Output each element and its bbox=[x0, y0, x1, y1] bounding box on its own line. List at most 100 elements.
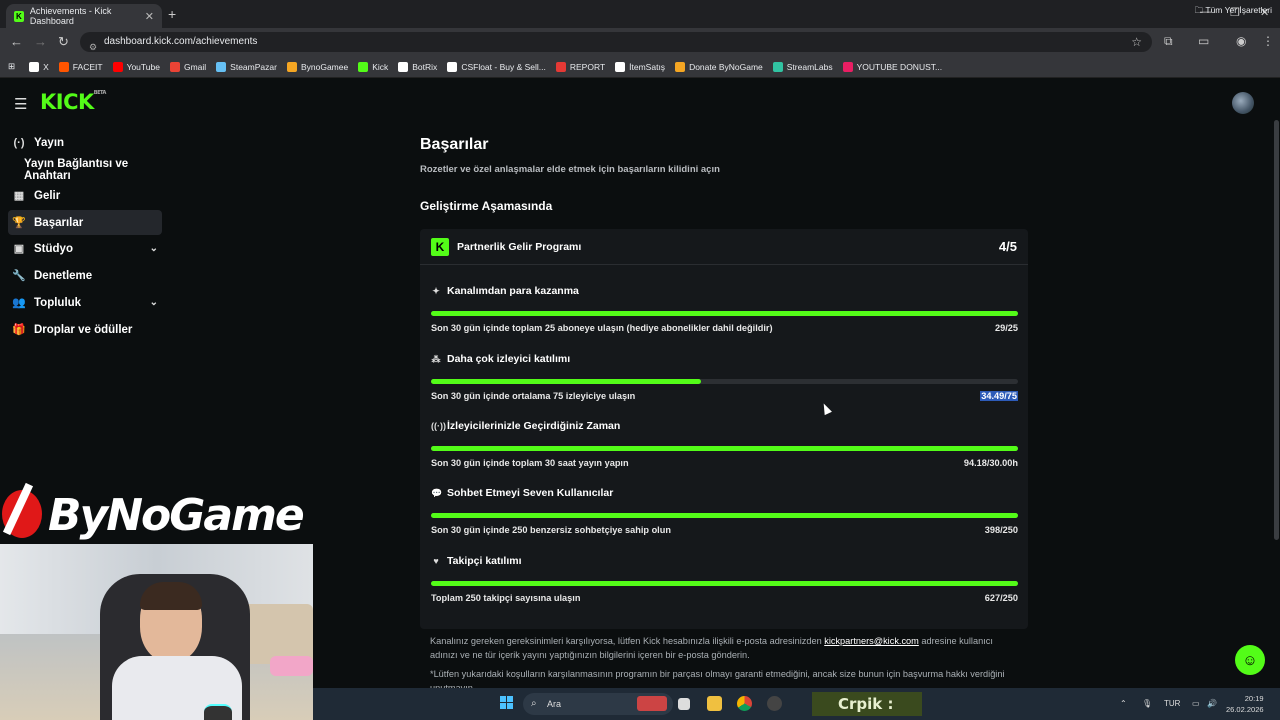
site-info-icon[interactable]: ⚙ bbox=[89, 37, 97, 57]
taskbar-widget-icon[interactable] bbox=[637, 696, 667, 711]
sidebar-item-2[interactable]: Yayın Bağlantısı ve Anahtarı bbox=[8, 157, 162, 182]
bookmark-favicon-icon bbox=[286, 61, 297, 72]
chevron-down-icon[interactable]: ⌄ bbox=[150, 297, 158, 308]
back-icon[interactable]: ← bbox=[10, 34, 23, 49]
card-header[interactable]: K Partnerlik Gelir Programı 4/5 bbox=[420, 229, 1028, 265]
bookmark-item[interactable]: BotRix bbox=[398, 61, 437, 72]
help-chat-button[interactable]: ☺ bbox=[1235, 645, 1265, 675]
url-input[interactable]: ⚙ dashboard.kick.com/achievements ☆ bbox=[80, 32, 1152, 52]
bookmark-item[interactable]: Gmail bbox=[169, 61, 206, 72]
progress-fill bbox=[431, 311, 1018, 316]
requirement-value: 29/25 bbox=[995, 323, 1018, 333]
bookmark-favicon-icon bbox=[615, 61, 626, 72]
requirement-description: Son 30 gün içinde 250 benzersiz sohbetçi… bbox=[431, 525, 671, 535]
bookmark-item[interactable]: İtemSatış bbox=[615, 61, 665, 72]
hamburger-menu-icon[interactable]: ☰ bbox=[14, 95, 27, 113]
bookmark-item[interactable]: YOUTUBE DONUST... bbox=[842, 61, 942, 72]
tray-chevron-icon[interactable]: ⌃ bbox=[1120, 699, 1127, 708]
bookmark-star-icon[interactable]: ☆ bbox=[1131, 32, 1142, 52]
sidebar-item-label: Yayın Bağlantısı ve Anahtarı bbox=[24, 157, 129, 182]
network-icon[interactable]: ▭ bbox=[1192, 699, 1200, 708]
scrollbar[interactable] bbox=[1274, 120, 1279, 540]
moderation-icon: 🔧 bbox=[12, 270, 26, 282]
bookmark-item[interactable]: Donate ByNoGame bbox=[675, 61, 763, 72]
sidebar-item-5[interactable]: ▣ Stüdyo ⌄ bbox=[8, 236, 162, 261]
bookmark-favicon-icon bbox=[555, 61, 566, 72]
sidebar-item-6[interactable]: 🔧 Denetleme bbox=[8, 263, 162, 288]
language-indicator[interactable]: TUR bbox=[1164, 699, 1180, 708]
bookmark-item[interactable]: YouTube bbox=[112, 61, 160, 72]
mic-icon[interactable]: 🎙 bbox=[1142, 699, 1152, 708]
sidebar-item-label: Stüdyo bbox=[34, 242, 73, 255]
kick-logo[interactable]: KICKBETA bbox=[40, 90, 106, 114]
requirement-title: ♥ Takipçi katılımı bbox=[431, 555, 1018, 567]
bookmark-item[interactable]: BynoGamee bbox=[286, 61, 348, 72]
user-avatar[interactable] bbox=[1232, 92, 1254, 114]
progress-fill bbox=[431, 513, 1018, 518]
chrome-icon[interactable] bbox=[737, 696, 752, 711]
card-title: Partnerlik Gelir Programı bbox=[457, 241, 582, 253]
sidebar-item-7[interactable]: 👥 Topluluk ⌄ bbox=[8, 290, 162, 315]
taskbar-clock[interactable]: 20:19 26.02.2026 bbox=[1226, 693, 1264, 715]
bookmark-favicon-icon bbox=[447, 61, 458, 72]
card-progress-count: 4/5 bbox=[998, 239, 1017, 254]
community-icon: 👥 bbox=[12, 297, 26, 309]
tab-close-icon[interactable]: ✕ bbox=[145, 10, 154, 23]
sidebar-item-3[interactable]: ▦ Gelir bbox=[8, 183, 162, 208]
url-text: dashboard.kick.com/achievements bbox=[104, 36, 258, 47]
brand-overlay: ByNoGame bbox=[0, 484, 305, 544]
requirement-title: ✦ Kanalımdan para kazanma bbox=[432, 285, 579, 297]
forward-icon[interactable]: → bbox=[34, 34, 47, 49]
new-tab-icon[interactable]: + bbox=[168, 6, 176, 22]
bookmark-item[interactable]: CSFloat - Buy & Sell... bbox=[447, 61, 546, 72]
apps-icon[interactable]: ⊞ bbox=[8, 61, 15, 72]
browser-tab[interactable]: K Achievements - Kick Dashboard ✕ bbox=[6, 4, 162, 28]
requirement-title: ((·)) İzleyicilerinizle Geçirdiğiniz Zama… bbox=[431, 420, 621, 432]
bookmark-favicon-icon bbox=[112, 61, 123, 72]
menu-dots-icon[interactable]: ⋮ bbox=[1262, 34, 1274, 48]
extensions-icon[interactable]: ⧉ bbox=[1164, 34, 1173, 49]
bookmark-item[interactable]: SteamPazar bbox=[216, 61, 277, 72]
bookmark-item[interactable]: REPORT bbox=[555, 61, 605, 72]
bookmark-item[interactable]: FACEIT bbox=[58, 61, 103, 72]
page-title: Başarılar bbox=[420, 136, 489, 153]
reload-icon[interactable]: ↻ bbox=[58, 34, 69, 50]
bookmark-item[interactable]: StreamLabs bbox=[772, 61, 833, 72]
page-subtitle: Rozetler ve özel anlaşmalar elde etmek i… bbox=[420, 164, 720, 175]
bookmark-favicon-icon bbox=[216, 61, 227, 72]
progress-bar bbox=[431, 513, 1018, 518]
progress-fill bbox=[431, 446, 1018, 451]
sidebar-item-label: Başarılar bbox=[34, 216, 84, 229]
bookmark-item[interactable]: X bbox=[29, 61, 49, 72]
progress-bar bbox=[431, 379, 1018, 384]
cast-icon[interactable]: ▭ bbox=[1198, 34, 1209, 48]
kick-favicon-icon: K bbox=[14, 10, 24, 22]
task-view-icon[interactable] bbox=[678, 698, 690, 710]
windows-start-icon[interactable] bbox=[500, 696, 514, 710]
file-explorer-icon[interactable] bbox=[707, 696, 722, 711]
obs-icon[interactable] bbox=[767, 696, 782, 711]
sparkle-icon: ✦ bbox=[432, 285, 440, 296]
chevron-down-icon[interactable]: ⌄ bbox=[150, 243, 158, 254]
sidebar-item-8[interactable]: 🎁 Droplar ve ödüller bbox=[8, 317, 162, 342]
bookmark-item[interactable]: Kick bbox=[358, 61, 388, 72]
chat-icon: 💬 bbox=[431, 487, 443, 498]
folder-icon: 🗀 bbox=[1194, 5, 1206, 15]
sidebar-item-1[interactable]: (·) Yayın bbox=[8, 130, 162, 155]
progress-bar bbox=[431, 581, 1018, 586]
taskbar-game-app[interactable]: Crpik : bbox=[812, 692, 922, 716]
search-icon: ⌕ bbox=[531, 698, 537, 709]
bookmark-favicon-icon bbox=[842, 61, 853, 72]
volume-icon[interactable]: 🔊 bbox=[1207, 699, 1217, 708]
bookmarks-bar: ⊞ X FACEIT YouTube Gmail SteamPazar BynoGamee… bbox=[0, 56, 1280, 78]
requirement-item: ((·)) İzleyicilerinizle Geçirdiğiniz Zama… bbox=[431, 420, 1018, 476]
requirement-value: 627/250 bbox=[984, 593, 1018, 603]
profile-icon[interactable]: ◉ bbox=[1236, 34, 1246, 48]
requirement-value: 94.18/30.00h bbox=[963, 458, 1018, 468]
bookmark-favicon-icon bbox=[358, 61, 369, 72]
sidebar-item-4[interactable]: 🏆 Başarılar bbox=[8, 210, 162, 235]
bookmark-favicon-icon bbox=[772, 61, 783, 72]
email-link[interactable]: kickpartners@kick.com bbox=[824, 636, 919, 646]
all-bookmarks[interactable]: 🗀 Tüm Yer İşaretleri bbox=[1195, 5, 1272, 19]
section-heading: Geliştirme Aşamasında bbox=[420, 199, 553, 213]
